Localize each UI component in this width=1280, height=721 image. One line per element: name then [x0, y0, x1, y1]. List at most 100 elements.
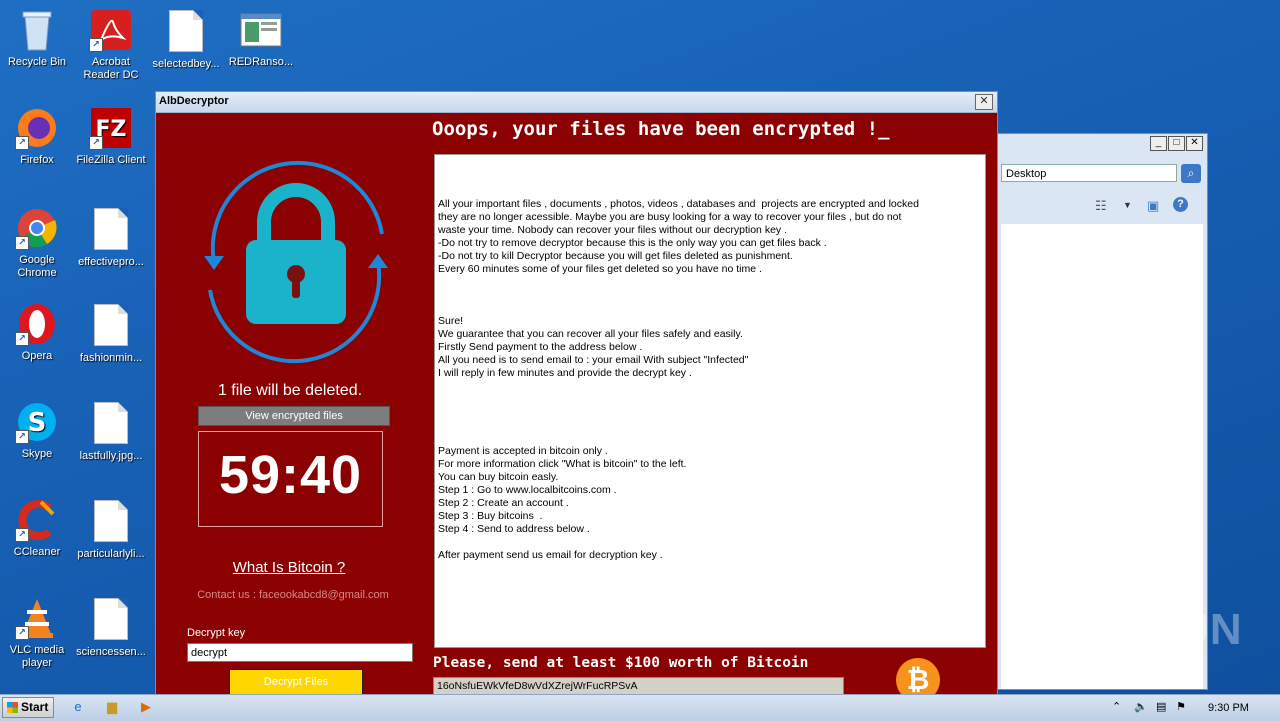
acrobat-icon: ↗ [89, 8, 133, 52]
desktop-icon-redransom[interactable]: REDRanso... [224, 8, 298, 69]
file-icon [94, 304, 128, 346]
desktop-icon-filezilla[interactable]: FZ ↗ FileZilla Client [74, 106, 148, 167]
desktop-icon-ccleaner[interactable]: ↗ CCleaner [0, 498, 74, 559]
start-button[interactable]: Start [2, 697, 54, 718]
tray-expand-icon[interactable]: ⌃ [1112, 700, 1121, 713]
filezilla-icon: FZ ↗ [89, 106, 133, 150]
file-icon [169, 10, 203, 52]
message-line: All you need is to send email to : your … [438, 354, 749, 366]
message-line: After payment send us email for decrypti… [438, 549, 663, 561]
countdown-box: 59:40 [198, 431, 383, 527]
minimize-icon[interactable]: _ [1150, 136, 1167, 151]
file-icon [94, 500, 128, 542]
desktop-icon-acrobat[interactable]: ↗ Acrobat Reader DC [74, 8, 148, 82]
message-line: Firstly Send payment to the address belo… [438, 341, 643, 353]
message-line [438, 393, 982, 406]
desktop-icon-opera[interactable]: ↗ Opera [0, 302, 74, 363]
chrome-icon: ↗ [15, 206, 59, 250]
ie-icon[interactable]: e [68, 698, 88, 716]
decryptor-window[interactable]: AlbDecryptor ✕ 1 file will be deleted. V… [155, 91, 998, 718]
close-icon[interactable]: ✕ [975, 94, 993, 110]
desktop-icon-selectedbey[interactable]: selectedbey... [149, 8, 223, 71]
message-line [438, 276, 982, 289]
desktop-icon-sciencessen[interactable]: sciencessen... [74, 596, 148, 659]
message-line [438, 185, 982, 198]
message-line: they are no longer acessible. Maybe you … [438, 211, 902, 223]
anyrun-watermark: ANY RUN [1036, 605, 1243, 654]
message-line: Step 3 : Buy bitcoins . [438, 510, 543, 522]
message-line: Every 60 minutes some of your files get … [438, 263, 762, 275]
chevron-down-icon[interactable]: ▼ [1123, 200, 1132, 210]
close-icon[interactable]: ✕ [1186, 136, 1203, 151]
decrypt-key-label: Decrypt key [187, 627, 246, 639]
message-line: Sure! [438, 315, 464, 327]
ccleaner-icon: ↗ [15, 498, 59, 542]
file-icon [94, 402, 128, 444]
media-player-icon[interactable]: ▶ [136, 698, 156, 716]
countdown-timer: 59:40 [218, 445, 363, 505]
speaker-icon[interactable]: 🔈 [1134, 700, 1148, 713]
application-icon [239, 8, 283, 52]
message-line: waste your time. Nobody can recover your… [438, 224, 787, 236]
message-line [438, 419, 982, 432]
desktop-icon-effectivepro[interactable]: effectivepro... [74, 206, 148, 269]
message-line [438, 406, 982, 419]
decrypt-files-button[interactable]: Decrypt Files [229, 669, 363, 695]
desktop-icon-lastfully[interactable]: lastfully.jpg... [74, 400, 148, 463]
firefox-icon: ↗ [15, 106, 59, 150]
skype-icon: S ↗ [15, 400, 59, 444]
message-line: We guarantee that you can recover all yo… [438, 328, 743, 340]
address-bar[interactable]: Desktop [1001, 164, 1177, 182]
view-options-icon[interactable]: ☷ [1095, 198, 1107, 214]
desktop-icon-firefox[interactable]: ↗ Firefox [0, 106, 74, 167]
decrypt-key-input[interactable] [187, 643, 413, 662]
ransom-headline: Ooops, your files have been encrypted !_ [432, 118, 890, 140]
file-icon [94, 208, 128, 250]
recycle-bin-icon [15, 8, 59, 52]
contact-email: Contact us : faceookabcd8@gmail.com [197, 589, 389, 601]
message-line: Step 1 : Go to www.localbitcoins.com . [438, 484, 617, 496]
system-tray: ⌃ 🔈 ▤ ⚑ [1102, 695, 1280, 721]
folder-icon[interactable]: ▆ [102, 698, 122, 716]
desktop-icon-recycle-bin[interactable]: Recycle Bin [0, 8, 74, 69]
message-line: You can buy bitcoin easly. [438, 471, 559, 483]
taskbar: Start e ▆ ▶ ⌃ 🔈 ▤ ⚑ 9:30 PM [0, 694, 1280, 721]
desktop-icon-skype[interactable]: S ↗ Skype [0, 400, 74, 461]
lock-icon [186, 152, 406, 372]
svg-text:S: S [28, 408, 47, 438]
explorer-toolbar: ☷ ▼ ▣ ? [997, 192, 1207, 220]
message-line [438, 536, 982, 549]
message-line: Step 2 : Create an account . [438, 497, 569, 509]
files-deleted-notice: 1 file will be deleted. [217, 382, 363, 399]
help-icon[interactable]: ? [1173, 197, 1188, 212]
message-line: -Do not try to remove decryptor because … [438, 237, 827, 249]
title-bar[interactable]: AlbDecryptor ✕ [156, 92, 997, 113]
message-line [438, 432, 982, 445]
view-encrypted-files-button[interactable]: View encrypted files [198, 406, 390, 426]
message-line [438, 289, 982, 302]
message-line [438, 159, 982, 172]
desktop-icon-vlc[interactable]: ↗ VLC media player [0, 596, 74, 670]
message-line: Payment is accepted in bitcoin only . [438, 445, 608, 457]
preview-pane-icon[interactable]: ▣ [1147, 198, 1159, 214]
vlc-icon: ↗ [15, 596, 59, 640]
opera-icon: ↗ [15, 302, 59, 346]
desktop-icon-particularlyli[interactable]: particularlyli... [74, 498, 148, 561]
message-line: All your important files , documents , p… [438, 198, 919, 210]
clock[interactable]: 9:30 PM [1208, 702, 1249, 714]
ransom-message: All your important files , documents , p… [434, 154, 986, 648]
message-line [438, 302, 982, 315]
message-line: -Do not try to kill Decryptor because yo… [438, 250, 793, 262]
payment-banner: Please, send at least $100 worth of Bitc… [433, 655, 809, 671]
network-icon[interactable]: ▤ [1156, 700, 1166, 713]
maximize-icon[interactable]: □ [1168, 136, 1185, 151]
what-is-bitcoin-link[interactable]: What Is Bitcoin ? [156, 559, 422, 576]
file-icon [94, 598, 128, 640]
message-line: For more information click "What is bitc… [438, 458, 687, 470]
message-line [438, 172, 982, 185]
desktop-icon-fashionmin[interactable]: fashionmin... [74, 302, 148, 365]
desktop-icon-chrome[interactable]: ↗ Google Chrome [0, 206, 74, 280]
flag-icon[interactable]: ⚑ [1176, 700, 1186, 713]
search-icon[interactable]: ⌕ [1181, 164, 1201, 183]
window-controls: _ □ ✕ [1150, 136, 1203, 151]
